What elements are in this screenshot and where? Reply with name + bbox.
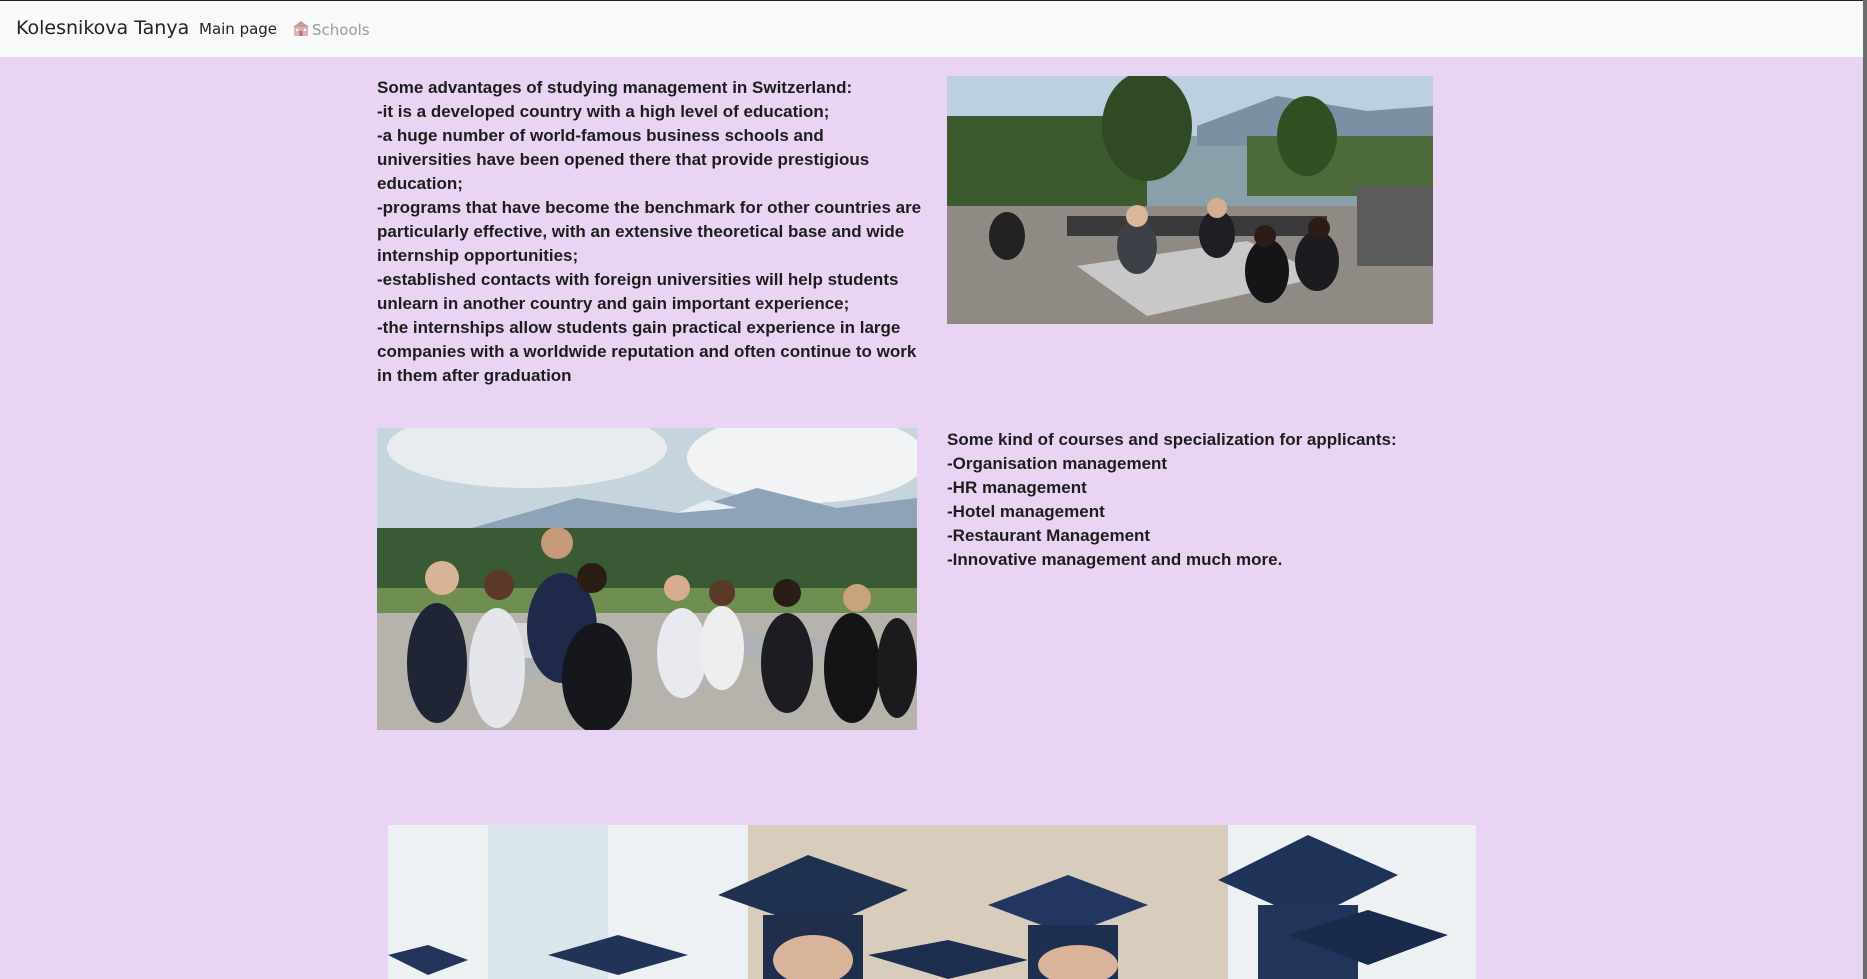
graduation-caps-photo	[388, 825, 1476, 979]
school-building-icon	[293, 21, 309, 36]
navbar: Kolesnikova Tanya Main page Schools	[0, 1, 1867, 58]
nav-schools-link[interactable]: Schools	[292, 20, 370, 39]
courses-text: Some kind of courses and specialization …	[947, 430, 1397, 569]
nav-schools-label: Schools	[312, 21, 370, 39]
brand-link[interactable]: Kolesnikova Tanya	[16, 17, 189, 39]
students-outdoor-cafe-photo	[377, 428, 917, 730]
business-meeting-terrace-photo	[947, 76, 1433, 324]
advantages-text: Some advantages of studying management i…	[377, 78, 922, 385]
page-scrollbar[interactable]	[1863, 0, 1867, 979]
nav-main-page-link[interactable]: Main page	[199, 20, 277, 38]
